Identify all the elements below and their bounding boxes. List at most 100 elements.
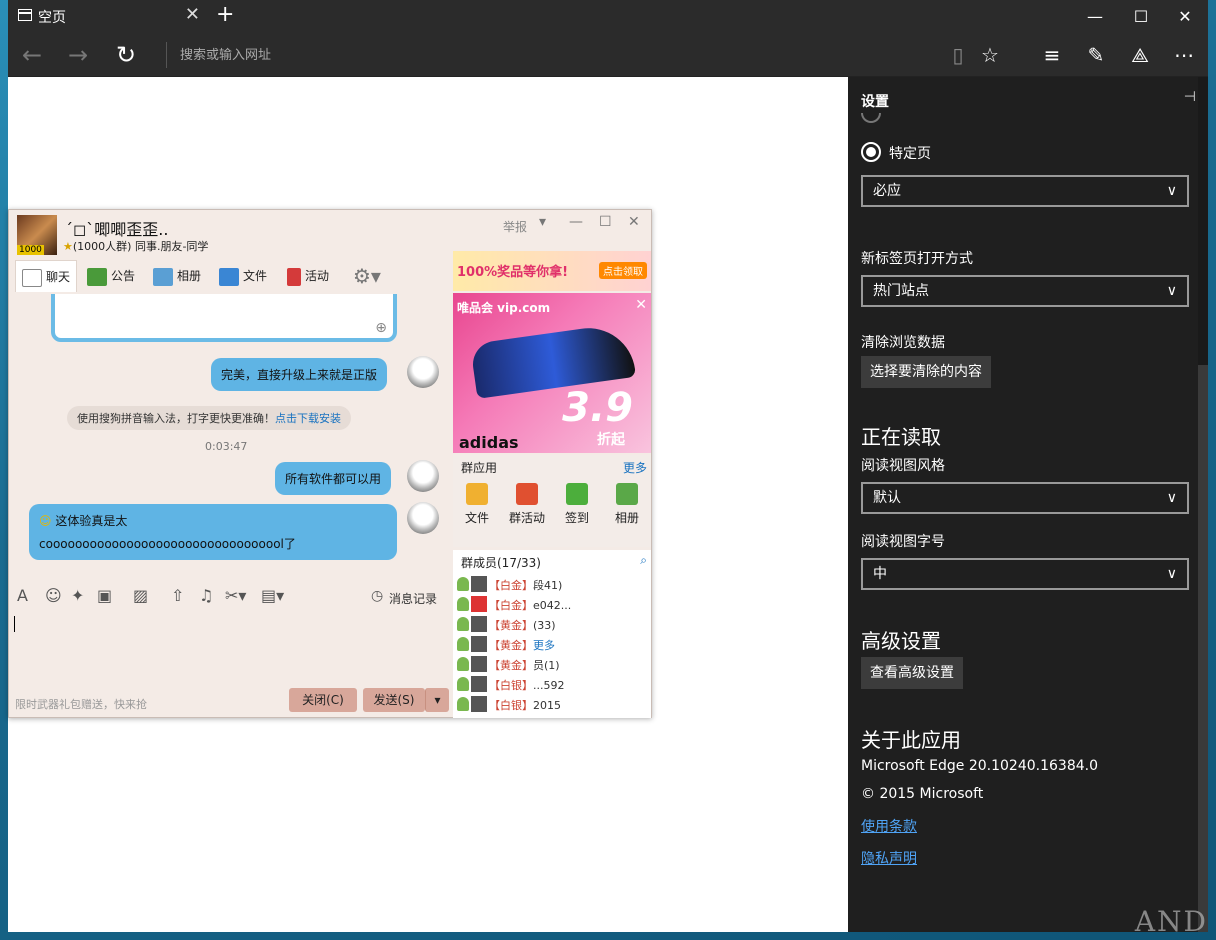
address-separator	[166, 42, 167, 68]
user-avatar[interactable]	[407, 356, 439, 388]
banner-button[interactable]: 点击领取	[599, 262, 647, 279]
minimize-icon[interactable]: —	[1072, 0, 1118, 33]
reading-style-select[interactable]: 默认 ∨	[861, 482, 1189, 514]
favorite-star-icon[interactable]: ☆	[970, 39, 1010, 71]
new-tab-icon[interactable]: +	[216, 2, 234, 27]
app-files[interactable]: 文件	[457, 483, 497, 526]
image-message[interactable]: ⊕	[51, 294, 397, 342]
more-tools-icon[interactable]: ▤▾	[261, 586, 284, 605]
user-avatar[interactable]	[407, 460, 439, 492]
promo-banner[interactable]: 100%奖品等你拿! 点击领取	[453, 251, 651, 291]
font-icon[interactable]: A	[17, 586, 28, 605]
message-input[interactable]	[9, 610, 452, 684]
music-icon[interactable]: ♫	[199, 586, 213, 605]
font-size-value: 中	[873, 566, 887, 582]
scrollbar-thumb[interactable]	[1198, 365, 1208, 932]
app-album-label: 相册	[614, 511, 639, 525]
upload-icon[interactable]: ⇧	[171, 586, 184, 605]
browser-tab[interactable]: 空页 ✕	[8, 0, 208, 33]
share-icon[interactable]: ⟁	[1120, 39, 1160, 71]
page-content: 1000 ˊ◻ˋ唧唧歪歪.. ★(1000人群) 同事.朋友-同学 举报 ▾ —…	[8, 77, 848, 932]
send-button[interactable]: 发送(S)	[363, 688, 425, 712]
emoji-icon[interactable]: ☺	[45, 586, 62, 605]
qq-sidebar: 100%奖品等你拿! 点击领取 唯品会 vip.com ✕ 3.9 折起 adi…	[452, 250, 652, 718]
member-search-icon[interactable]: ⌕	[640, 553, 647, 568]
qq-maximize-icon[interactable]: ☐	[599, 214, 612, 230]
settings-title: 设置	[861, 94, 889, 110]
back-icon[interactable]: ←	[12, 39, 52, 71]
hub-icon[interactable]: ≡	[1032, 39, 1072, 71]
screenshot-scissors-icon[interactable]: ✂▾	[225, 586, 246, 605]
forward-icon[interactable]: →	[58, 39, 98, 71]
user-avatar[interactable]	[407, 502, 439, 534]
advanced-settings-button[interactable]: 查看高级设置	[861, 657, 963, 689]
ad-price: 3.9	[562, 385, 633, 431]
picture-icon	[153, 267, 173, 286]
tab-activity[interactable]: 活动	[287, 260, 329, 292]
font-size-select[interactable]: 中 ∨	[861, 558, 1189, 590]
smiley-icon: ☺	[39, 514, 52, 528]
member-row[interactable]: 【黄金】(33)	[453, 614, 651, 634]
newtab-value: 热门站点	[873, 283, 929, 299]
app-album[interactable]: 相册	[607, 483, 647, 526]
zoom-icon[interactable]: ⊕	[375, 320, 387, 336]
app-activity-label: 群活动	[508, 511, 545, 525]
more-icon[interactable]: ⋯	[1164, 39, 1204, 71]
report-button[interactable]: 举报	[503, 218, 527, 235]
ad-image[interactable]: 唯品会 vip.com ✕ 3.9 折起 adidas	[453, 293, 651, 453]
terms-link[interactable]: 使用条款	[861, 816, 917, 836]
message-history-button[interactable]: 消息记录	[389, 590, 437, 607]
close-chat-button[interactable]: 关闭(C)	[289, 688, 357, 712]
group-info-text: (1000人群) 同事.朋友-同学	[72, 240, 209, 253]
tab-close-icon[interactable]: ✕	[185, 4, 200, 25]
apps-more-link[interactable]: 更多	[623, 459, 647, 476]
gift-icon[interactable]: ▣	[97, 586, 112, 605]
group-name: ˊ◻ˋ唧唧歪歪..	[65, 220, 169, 239]
tab-album[interactable]: 相册	[153, 260, 201, 292]
red-flag-icon	[287, 267, 301, 286]
clear-data-button[interactable]: 选择要清除的内容	[861, 356, 991, 388]
maximize-icon[interactable]: ☐	[1118, 0, 1164, 33]
group-avatar[interactable]: 1000	[17, 215, 57, 255]
refresh-icon[interactable]: ↻	[106, 39, 146, 71]
app-activity[interactable]: 群活动	[505, 483, 549, 526]
message-bubble: ☺ 这体验真是太 coooooooooooooooooooooooooooooo…	[29, 504, 397, 560]
system-text: 使用搜狗拼音输入法，打字更快更准确！	[77, 412, 275, 425]
download-link[interactable]: 点击下载安装	[275, 412, 341, 425]
startpage-select[interactable]: 必应 ∨	[861, 175, 1189, 207]
member-level: 【黄金】	[489, 619, 533, 632]
member-row[interactable]: 【白银】2015	[453, 694, 651, 714]
app-checkin[interactable]: 签到	[557, 483, 597, 526]
dropdown-icon[interactable]: ▾	[539, 214, 546, 230]
address-input[interactable]: 搜索或输入网址	[180, 44, 271, 63]
image-icon[interactable]: ▨	[133, 586, 148, 605]
tab-chat[interactable]: 聊天	[15, 260, 77, 292]
reading-heading: 正在读取	[861, 425, 941, 449]
radio-option-partial[interactable]	[861, 113, 881, 123]
privacy-link[interactable]: 隐私声明	[861, 848, 917, 868]
message-line: ☺ 这体验真是太	[39, 512, 387, 529]
qq-minimize-icon[interactable]: —	[569, 214, 583, 230]
group-apps: 群应用 更多 文件 群活动 签到 相册	[453, 455, 651, 547]
member-row[interactable]: 【黄金】更多	[453, 634, 651, 654]
footer-ad[interactable]: 限时武器礼包赠送，快来抢	[15, 696, 147, 712]
scrollbar-track	[1198, 77, 1208, 365]
send-options-icon[interactable]: ▾	[425, 688, 449, 712]
window-close-icon[interactable]: ✕	[1162, 0, 1208, 33]
member-row[interactable]: 【黄金】员(1)	[453, 654, 651, 674]
newtab-select[interactable]: 热门站点 ∨	[861, 275, 1189, 307]
tab-files[interactable]: 文件	[219, 260, 267, 292]
web-note-icon[interactable]: ✎	[1076, 39, 1116, 71]
tab-notice[interactable]: 公告	[87, 260, 135, 292]
pin-icon[interactable]: ⊣	[1184, 89, 1196, 105]
ad-discount: 折起	[597, 432, 625, 448]
qq-close-icon[interactable]: ✕	[628, 214, 640, 230]
member-name: ...592	[533, 679, 565, 692]
settings-gear-icon[interactable]: ⚙▾	[353, 260, 381, 292]
radio-selected-icon	[861, 142, 881, 162]
member-row[interactable]: 【白金】e042...	[453, 594, 651, 614]
shake-icon[interactable]: ✦	[71, 586, 84, 605]
member-row[interactable]: 【白银】...592	[453, 674, 651, 694]
ad-close-icon[interactable]: ✕	[635, 297, 647, 313]
member-row[interactable]: 【白金】段41)	[453, 574, 651, 594]
